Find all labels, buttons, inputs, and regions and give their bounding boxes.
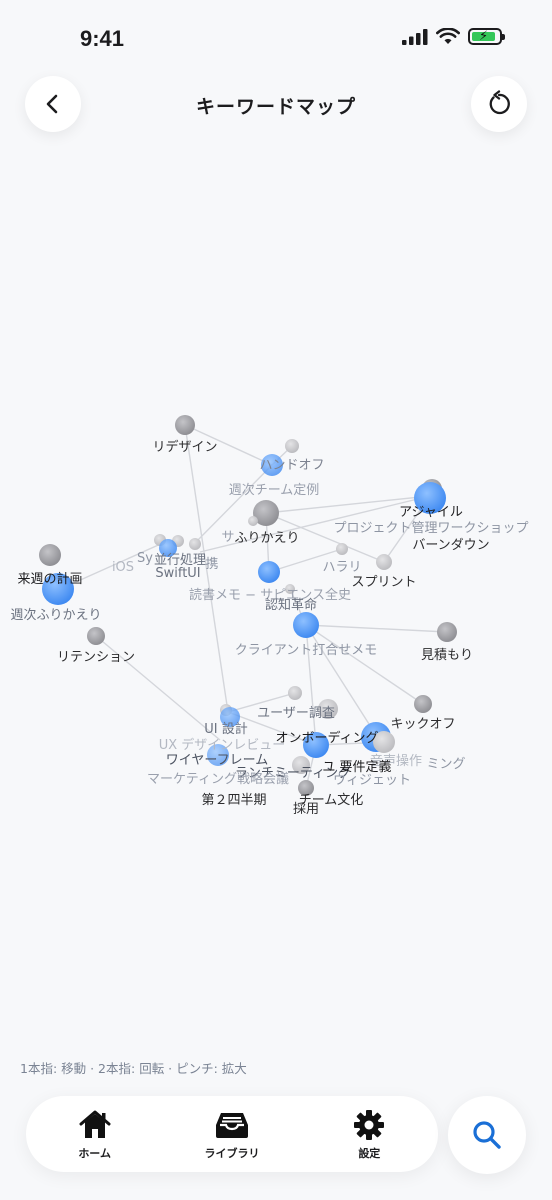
label-weekly-furikaeri: 週次ふりかえり bbox=[10, 607, 101, 623]
tab-home[interactable]: ホーム bbox=[50, 1107, 140, 1161]
label-weekly-meeting: 週次チーム定例 bbox=[229, 482, 320, 498]
keyword-graph[interactable]: リデザイン ハンドオフ 週次チーム定例 アジャイル ふりかえり サ プロジェクト… bbox=[0, 140, 552, 1040]
node-reading-memo[interactable] bbox=[258, 561, 280, 583]
label-ux-review: UX デザインレビュー bbox=[159, 737, 286, 753]
label-kickoff: キックオフ bbox=[390, 717, 455, 732]
label-burndown: バーンダウン bbox=[412, 538, 489, 553]
gear-icon bbox=[351, 1107, 387, 1143]
cellular-signal-icon bbox=[402, 28, 428, 45]
label-onboarding: オンボーディング bbox=[275, 730, 378, 746]
label-marketing: マーケティング戦略会議 bbox=[147, 771, 289, 787]
node-small-1[interactable] bbox=[285, 439, 299, 453]
label-sprint: スプリント bbox=[351, 575, 416, 590]
label-ios: iOS bbox=[112, 560, 134, 575]
search-button[interactable] bbox=[448, 1096, 526, 1174]
label-q2: 第２四半期 bbox=[201, 793, 266, 808]
label-next-week: 来週の計画 bbox=[17, 571, 82, 587]
wifi-icon bbox=[436, 28, 460, 44]
reset-button[interactable] bbox=[471, 76, 527, 132]
label-sy: Sy bbox=[137, 551, 153, 566]
label-sa: サ bbox=[221, 530, 234, 545]
node-small-2[interactable] bbox=[248, 516, 258, 526]
status-bar: 9:41 ⚡ bbox=[0, 0, 552, 80]
page-title: キーワードマップ bbox=[195, 96, 356, 118]
node-sprint[interactable] bbox=[376, 554, 392, 570]
node-small-4[interactable] bbox=[288, 686, 302, 700]
tab-library-label: ライブラリ bbox=[204, 1147, 260, 1160]
label-ming: ミング bbox=[426, 757, 465, 772]
house-icon bbox=[77, 1107, 113, 1143]
node-next-week-back[interactable] bbox=[39, 544, 61, 566]
node-swiftui-group-3[interactable] bbox=[189, 538, 201, 550]
tab-settings-label: 設定 bbox=[358, 1147, 381, 1160]
label-estimate: 見積もり bbox=[421, 648, 473, 663]
label-harari: ハラリ bbox=[322, 560, 361, 575]
tab-bar: ホーム ライブラリ 設定 bbox=[26, 1096, 438, 1172]
status-time: 9:41 bbox=[80, 26, 125, 51]
node-kickoff[interactable] bbox=[414, 695, 432, 713]
rotate-reset-icon bbox=[489, 90, 510, 115]
label-client-memo: クライアント打合せメモ bbox=[235, 643, 377, 658]
label-agile: アジャイル bbox=[399, 505, 463, 520]
label-pm-workshop: プロジェクト管理ワークショップ bbox=[333, 521, 528, 536]
search-icon bbox=[473, 1121, 501, 1149]
label-retention: リテンション bbox=[57, 650, 135, 665]
label-kei: 携 bbox=[205, 556, 218, 572]
battery-icon: ⚡ bbox=[468, 28, 505, 45]
tab-library[interactable]: ライブラリ bbox=[187, 1107, 277, 1161]
node-estimate[interactable] bbox=[437, 622, 457, 642]
label-ridezain: リデザイン bbox=[152, 439, 217, 455]
node-client-memo[interactable] bbox=[293, 612, 319, 638]
tab-home-label: ホーム bbox=[78, 1147, 111, 1160]
tab-settings[interactable]: 設定 bbox=[324, 1107, 414, 1161]
status-icons: ⚡ bbox=[402, 28, 505, 45]
label-user-research: ユーザー調査 bbox=[257, 706, 335, 721]
gesture-hint: 1本指: 移動 · 2本指: 回転 · ピンチ: 拡大 bbox=[20, 1061, 247, 1076]
label-swiftui: SwiftUI bbox=[155, 566, 200, 581]
graph-canvas[interactable]: リデザイン ハンドオフ 週次チーム定例 アジャイル ふりかえり サ プロジェクト… bbox=[0, 140, 552, 1040]
label-handoff: ハンドオフ bbox=[259, 458, 324, 473]
label-ui-design: UI 設計 bbox=[204, 721, 247, 737]
tray-icon bbox=[214, 1107, 250, 1143]
node-ridezain[interactable] bbox=[175, 415, 195, 435]
node-harari[interactable] bbox=[336, 543, 348, 555]
header: キーワードマップ bbox=[0, 76, 552, 136]
label-widget: ウィジェット bbox=[333, 773, 411, 788]
label-furikaeri: ふりかえり bbox=[234, 531, 299, 546]
label-hiring: 採用 bbox=[293, 802, 319, 817]
label-cognitive-rev: 認知革命 bbox=[265, 597, 317, 613]
node-retention[interactable] bbox=[87, 627, 105, 645]
